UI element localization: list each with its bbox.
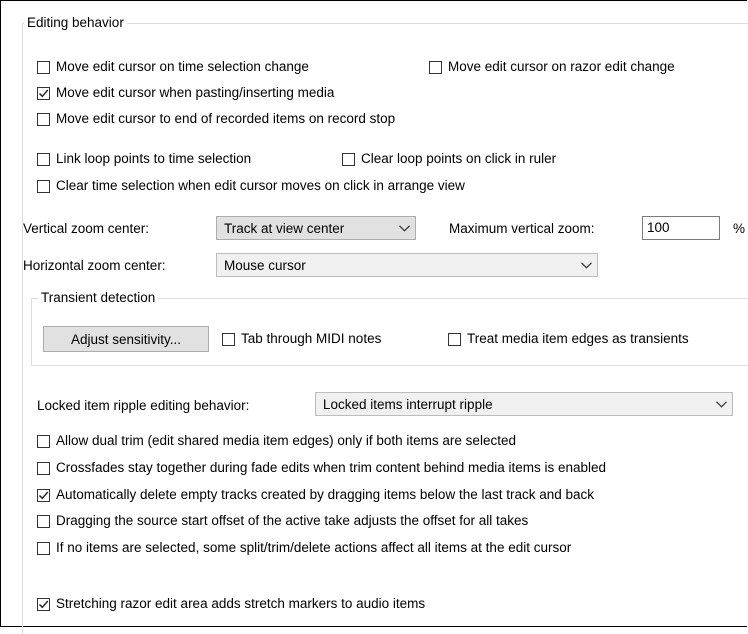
auto-delete-empty-tracks-checkbox[interactable]: Automatically delete empty tracks create…: [37, 487, 594, 503]
checkbox-label: Tab through MIDI notes: [241, 331, 382, 346]
checkbox-box[interactable]: [222, 332, 235, 346]
checkbox-label: Clear loop points on click in ruler: [361, 151, 557, 166]
horizontal-zoom-label: Horizontal zoom center:: [23, 258, 166, 273]
checkmark-icon: [39, 600, 49, 608]
checkbox-label: Crossfades stay together during fade edi…: [56, 460, 607, 475]
checkbox-box[interactable]: [37, 434, 50, 448]
move-cursor-razor-edit-checkbox[interactable]: Move edit cursor on razor edit change: [429, 59, 675, 75]
move-cursor-pasting-checkbox[interactable]: Move edit cursor when pasting/inserting …: [37, 85, 334, 101]
checkbox-box[interactable]: [37, 179, 50, 193]
vertical-zoom-label: Vertical zoom center:: [23, 221, 150, 236]
checkbox-box[interactable]: [37, 152, 50, 166]
checkbox-label: Dragging the source start offset of the …: [56, 513, 529, 528]
chevron-down-icon[interactable]: [393, 224, 415, 232]
horizontal-zoom-value: Mouse cursor: [224, 257, 306, 273]
vertical-zoom-value: Track at view center: [224, 220, 345, 236]
max-vertical-zoom-label: Maximum vertical zoom:: [449, 221, 595, 236]
locked-ripple-label: Locked item ripple editing behavior:: [37, 398, 250, 413]
checkbox-label: Automatically delete empty tracks create…: [56, 487, 595, 502]
checkbox-box[interactable]: [37, 514, 50, 528]
no-items-selected-affect-all-checkbox[interactable]: If no items are selected, some split/tri…: [37, 540, 571, 556]
checkbox-box[interactable]: [37, 60, 50, 74]
transient-detection-title: Transient detection: [38, 290, 159, 306]
checkbox-label: Move edit cursor to end of recorded item…: [56, 111, 396, 126]
checkbox-label: Treat media item edges as transients: [467, 331, 689, 346]
editing-behavior-title: Editing behavior: [24, 15, 127, 31]
source-offset-all-takes-checkbox[interactable]: Dragging the source start offset of the …: [37, 513, 528, 529]
checkbox-label: Clear time selection when edit cursor mo…: [56, 178, 465, 193]
treat-item-edges-transients-checkbox[interactable]: Treat media item edges as transients: [448, 331, 689, 347]
checkbox-label: Move edit cursor on razor edit change: [448, 59, 675, 74]
allow-dual-trim-checkbox[interactable]: Allow dual trim (edit shared media item …: [37, 433, 516, 449]
horizontal-zoom-select[interactable]: Mouse cursor: [216, 253, 598, 277]
crossfades-stay-together-checkbox[interactable]: Crossfades stay together during fade edi…: [37, 460, 606, 476]
checkbox-box[interactable]: [37, 461, 50, 475]
checkbox-box[interactable]: [37, 488, 50, 502]
checkbox-label: Link loop points to time selection: [56, 151, 252, 166]
checkbox-box[interactable]: [37, 86, 50, 100]
checkbox-label: Stretching razor edit area adds stretch …: [56, 596, 426, 611]
move-cursor-record-stop-checkbox[interactable]: Move edit cursor to end of recorded item…: [37, 111, 395, 127]
max-vertical-zoom-input[interactable]: 100: [642, 216, 720, 240]
clear-time-selection-checkbox[interactable]: Clear time selection when edit cursor mo…: [37, 178, 465, 194]
chevron-down-icon[interactable]: [575, 261, 597, 269]
checkmark-icon: [39, 491, 49, 499]
link-loop-points-checkbox[interactable]: Link loop points to time selection: [37, 151, 251, 167]
checkbox-label: Move edit cursor when pasting/inserting …: [56, 85, 335, 100]
locked-ripple-value: Locked items interrupt ripple: [323, 396, 493, 412]
checkbox-box[interactable]: [342, 152, 355, 166]
checkbox-box[interactable]: [429, 60, 442, 74]
razor-stretch-markers-checkbox[interactable]: Stretching razor edit area adds stretch …: [37, 596, 425, 612]
locked-ripple-select[interactable]: Locked items interrupt ripple: [315, 392, 733, 416]
checkbox-box[interactable]: [37, 597, 50, 611]
checkbox-box[interactable]: [448, 332, 461, 346]
clear-loop-points-checkbox[interactable]: Clear loop points on click in ruler: [342, 151, 556, 167]
checkmark-icon: [39, 89, 49, 97]
checkbox-box[interactable]: [37, 541, 50, 555]
checkbox-label: Allow dual trim (edit shared media item …: [56, 433, 516, 448]
tab-through-midi-checkbox[interactable]: Tab through MIDI notes: [222, 331, 381, 347]
checkbox-box[interactable]: [37, 112, 50, 126]
checkbox-label: Move edit cursor on time selection chang…: [56, 59, 309, 74]
chevron-down-icon[interactable]: [710, 400, 732, 408]
percent-unit: %: [733, 221, 746, 236]
move-cursor-time-selection-checkbox[interactable]: Move edit cursor on time selection chang…: [37, 59, 309, 75]
vertical-zoom-select[interactable]: Track at view center: [216, 216, 416, 240]
checkbox-label: If no items are selected, some split/tri…: [56, 540, 572, 555]
adjust-sensitivity-button[interactable]: Adjust sensitivity...: [43, 326, 209, 352]
